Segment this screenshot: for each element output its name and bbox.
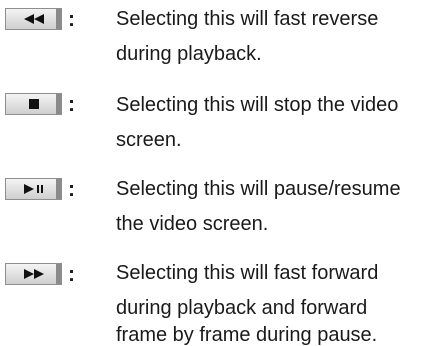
separator-colon: : [68,178,75,201]
description-line: during playback and forward [116,297,368,319]
stop-icon [28,99,39,109]
play-pause-button [5,178,62,200]
separator-colon: : [68,93,75,116]
fast-forward-description: Selecting this will fast forward during … [116,256,378,346]
play-pause-icon [23,184,43,194]
play-pause-description: Selecting this will pause/resume the vid… [116,172,401,242]
fast-forward-icon [23,269,44,279]
fast-reverse-button [5,8,62,30]
description-line: during playback. [116,43,262,65]
description-line: Selecting this will fast reverse [116,8,379,30]
fast-forward-button [5,263,62,285]
description-line: Selecting this will stop the video [116,94,399,116]
description-line: the video screen. [116,213,269,235]
stop-button [5,93,62,115]
description-line: Selecting this will fast forward [116,262,379,284]
fast-reverse-description: Selecting this will fast reverse during … [116,2,378,72]
separator-colon: : [68,263,75,286]
description-line: frame by frame during pause. [116,324,378,346]
separator-colon: : [68,8,75,31]
description-line: screen. [116,129,182,151]
fast-reverse-icon [23,14,44,24]
stop-description: Selecting this will stop the video scree… [116,88,398,158]
description-line: Selecting this will pause/resume [116,178,401,200]
